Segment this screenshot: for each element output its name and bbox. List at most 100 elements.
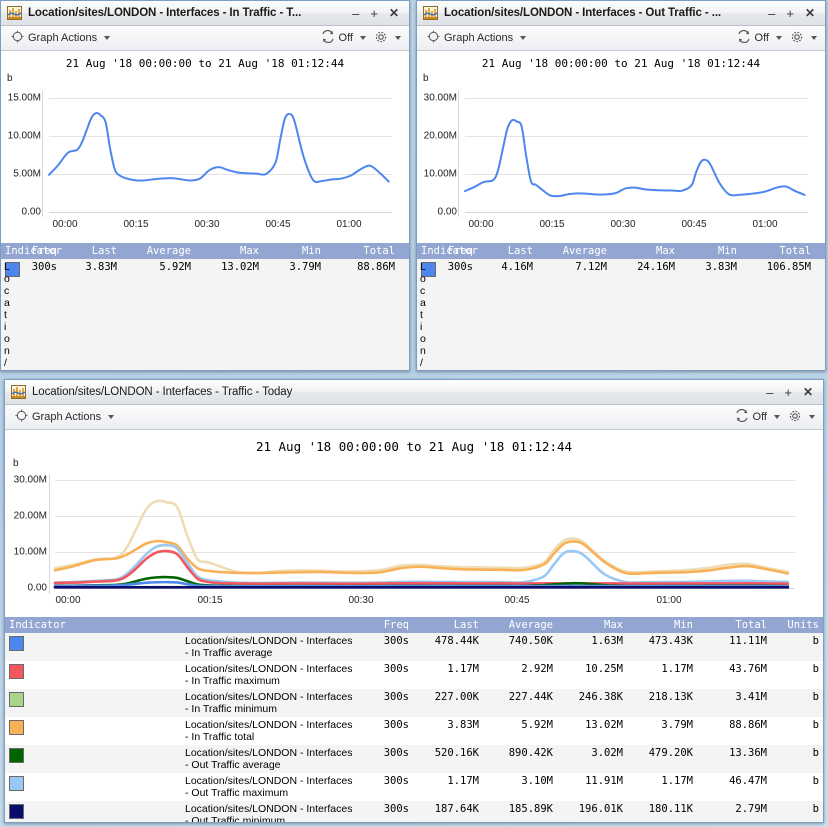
settings-button[interactable] bbox=[371, 29, 404, 48]
legend-column-header[interactable]: Last bbox=[61, 243, 121, 259]
chevron-down-icon[interactable] bbox=[520, 36, 527, 40]
close-button[interactable]: ✕ bbox=[389, 7, 399, 19]
refresh-toggle[interactable]: Off bbox=[732, 408, 783, 426]
indicator-name: Location/sites/LONDON - Interfaces - In … bbox=[185, 663, 353, 687]
chevron-down-icon[interactable] bbox=[360, 36, 366, 40]
maximize-button[interactable]: + bbox=[784, 386, 792, 399]
graph-actions-button[interactable]: Graph Actions bbox=[8, 29, 113, 47]
legend-column-header[interactable]: Last bbox=[477, 243, 537, 259]
legend-column-header[interactable]: Total bbox=[325, 243, 399, 259]
cell-freq: 300s bbox=[383, 663, 409, 675]
legend-column-header[interactable]: Units bbox=[771, 617, 823, 633]
refresh-toggle[interactable]: Off bbox=[734, 29, 785, 47]
maximize-button[interactable]: + bbox=[370, 7, 378, 20]
cell-max: 24.16M bbox=[637, 261, 675, 273]
chart-in-traffic[interactable]: 21 Aug '18 00:00:00 to 21 Aug '18 01:12:… bbox=[1, 51, 409, 243]
table-row[interactable]: Location/sites/LONDON - Interfaces - In … bbox=[5, 633, 823, 661]
window-title: Location/sites/LONDON - Interfaces - In … bbox=[28, 7, 302, 19]
legend-column-header[interactable]: Min bbox=[627, 617, 697, 633]
chevron-down-icon[interactable] bbox=[395, 36, 401, 40]
legend-column-header[interactable]: Average bbox=[483, 617, 557, 633]
content-out-traffic: 21 Aug '18 00:00:00 to 21 Aug '18 01:12:… bbox=[417, 51, 825, 370]
chevron-down-icon[interactable] bbox=[104, 36, 111, 40]
toolbar-traffic-today[interactable]: Graph Actions Off bbox=[5, 405, 823, 430]
cell-min: 473.43K bbox=[648, 635, 693, 647]
table-row[interactable]: Location/sites/LONDON - Interfaces - Out… bbox=[5, 773, 823, 801]
content-in-traffic: 21 Aug '18 00:00:00 to 21 Aug '18 01:12:… bbox=[1, 51, 409, 370]
table-row[interactable]: Location/sites/LONDON - Interfaces - In … bbox=[5, 689, 823, 717]
window-controls[interactable]: – + ✕ bbox=[766, 386, 819, 399]
legend-column-header[interactable]: Total bbox=[741, 243, 815, 259]
minimize-button[interactable]: – bbox=[768, 7, 775, 20]
legend-column-header[interactable]: Average bbox=[537, 243, 611, 259]
gear-icon bbox=[788, 409, 802, 426]
window-controls[interactable]: – + ✕ bbox=[352, 7, 405, 20]
table-row[interactable]: Location/sites/LONDON - Interfaces - In … bbox=[5, 661, 823, 689]
graph-actions-label: Graph Actions bbox=[32, 411, 102, 423]
legend-body[interactable]: Location/sites/LONDON - Interfaces - In … bbox=[5, 633, 823, 822]
window-controls[interactable]: – + ✕ bbox=[768, 7, 821, 20]
legend-column-header[interactable]: Max bbox=[557, 617, 627, 633]
refresh-toggle[interactable]: Off bbox=[318, 29, 369, 47]
cell-freq: 300s bbox=[447, 261, 473, 273]
graph-actions-button[interactable]: Graph Actions bbox=[12, 408, 117, 426]
legend-column-header[interactable]: Min bbox=[263, 243, 325, 259]
close-button[interactable]: ✕ bbox=[803, 386, 813, 398]
gear-icon bbox=[374, 30, 388, 47]
indicator-name: Location/sites/LONDON - Interfaces - In … bbox=[185, 691, 353, 715]
settings-button[interactable] bbox=[787, 29, 820, 48]
legend-column-header[interactable]: Max bbox=[611, 243, 679, 259]
legend-table-in-traffic[interactable]: IndicatorFreqLastAverageMaxMinTotalUnits… bbox=[1, 243, 409, 370]
titlebar-out-traffic[interactable]: Location/sites/LONDON - Interfaces - Out… bbox=[417, 1, 825, 26]
legend-column-header[interactable]: Indicator bbox=[5, 617, 359, 633]
table-row[interactable]: Location/sites/LONDON - Interfaces - Out… bbox=[417, 259, 825, 370]
legend-column-header[interactable]: Min bbox=[679, 243, 741, 259]
refresh-label: Off bbox=[754, 32, 769, 44]
settings-button[interactable] bbox=[785, 408, 818, 427]
color-swatch bbox=[9, 664, 24, 679]
cell-last: 1.17M bbox=[447, 663, 479, 675]
legend-column-header[interactable]: Units bbox=[815, 243, 825, 259]
table-row[interactable]: Location/sites/LONDON - Interfaces - Out… bbox=[5, 801, 823, 822]
legend-column-header[interactable]: Units bbox=[399, 243, 409, 259]
window-in-traffic[interactable]: Location/sites/LONDON - Interfaces - In … bbox=[0, 0, 410, 371]
chevron-down-icon[interactable] bbox=[774, 415, 780, 419]
graph-actions-label: Graph Actions bbox=[28, 32, 98, 44]
series-color-swatch bbox=[5, 745, 182, 773]
chevron-down-icon[interactable] bbox=[776, 36, 782, 40]
table-row[interactable]: Location/sites/LONDON - Interfaces - In … bbox=[1, 259, 409, 370]
window-out-traffic[interactable]: Location/sites/LONDON - Interfaces - Out… bbox=[416, 0, 826, 371]
titlebar-traffic-today[interactable]: Location/sites/LONDON - Interfaces - Tra… bbox=[5, 380, 823, 405]
minimize-button[interactable]: – bbox=[352, 7, 359, 20]
close-button[interactable]: ✕ bbox=[805, 7, 815, 19]
legend-body[interactable]: Location/sites/LONDON - Interfaces - In … bbox=[1, 259, 409, 370]
chart-traffic-today[interactable]: 21 Aug '18 00:00:00 to 21 Aug '18 01:12:… bbox=[5, 430, 823, 617]
chart-out-traffic[interactable]: 21 Aug '18 00:00:00 to 21 Aug '18 01:12:… bbox=[417, 51, 825, 243]
toolbar-in-traffic[interactable]: Graph Actions Off bbox=[1, 26, 409, 51]
chevron-down-icon[interactable] bbox=[809, 415, 815, 419]
chevron-down-icon[interactable] bbox=[108, 415, 115, 419]
graph-actions-button[interactable]: Graph Actions bbox=[424, 29, 529, 47]
chevron-down-icon[interactable] bbox=[811, 36, 817, 40]
legend-column-header[interactable]: Max bbox=[195, 243, 263, 259]
legend-table-out-traffic[interactable]: IndicatorFreqLastAverageMaxMinTotalUnits… bbox=[417, 243, 825, 370]
legend-column-header[interactable]: Last bbox=[413, 617, 483, 633]
legend-table-traffic-today[interactable]: Indicator Freq Last Average Max Min Total Units… bbox=[5, 617, 823, 822]
table-row[interactable]: Location/sites/LONDON - Interfaces - In … bbox=[5, 717, 823, 745]
legend-column-header[interactable]: Freq bbox=[359, 617, 413, 633]
titlebar-in-traffic[interactable]: Location/sites/LONDON - Interfaces - In … bbox=[1, 1, 409, 26]
graph-actions-label: Graph Actions bbox=[444, 32, 514, 44]
cell-units: b bbox=[812, 719, 819, 731]
toolbar-out-traffic[interactable]: Graph Actions Off bbox=[417, 26, 825, 51]
cell-min: 1.17M bbox=[661, 663, 693, 675]
maximize-button[interactable]: + bbox=[786, 7, 794, 20]
window-traffic-today[interactable]: Location/sites/LONDON - Interfaces - Tra… bbox=[4, 379, 824, 823]
cell-total: 88.86M bbox=[729, 719, 767, 731]
table-row[interactable]: Location/sites/LONDON - Interfaces - Out… bbox=[5, 745, 823, 773]
legend-column-header[interactable]: Total bbox=[697, 617, 771, 633]
legend-column-header[interactable]: Average bbox=[121, 243, 195, 259]
legend-body[interactable]: Location/sites/LONDON - Interfaces - Out… bbox=[417, 259, 825, 370]
chart-line bbox=[53, 499, 790, 575]
refresh-label: Off bbox=[338, 32, 353, 44]
minimize-button[interactable]: – bbox=[766, 386, 773, 399]
